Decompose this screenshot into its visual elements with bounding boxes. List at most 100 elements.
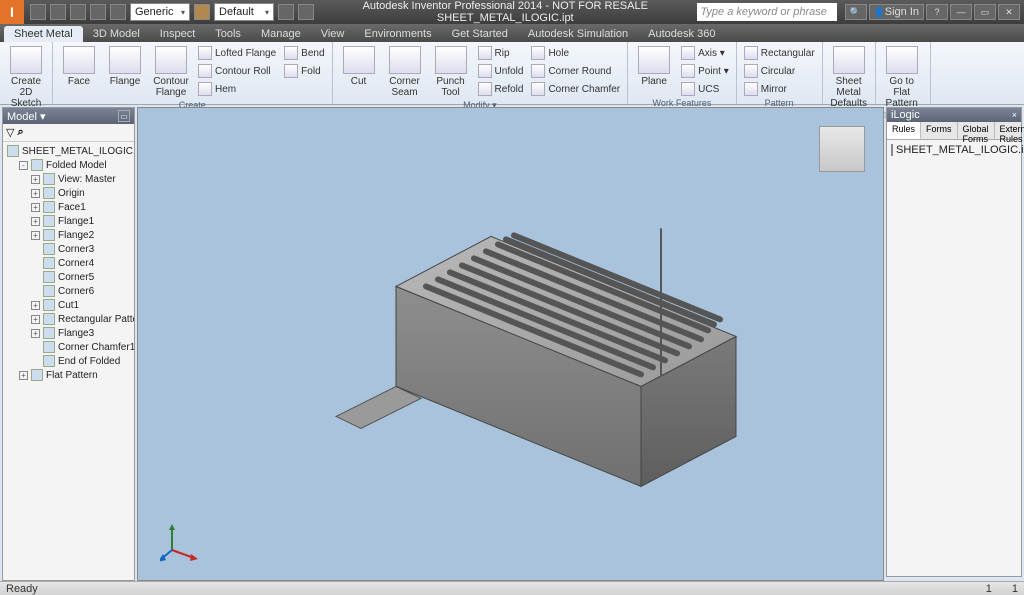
- qat-new-icon[interactable]: [30, 4, 46, 20]
- contour-roll-button[interactable]: Contour Roll: [195, 62, 279, 80]
- plane-button[interactable]: Plane: [632, 44, 676, 89]
- axis-button[interactable]: Axis ▾: [678, 44, 732, 62]
- hole-button[interactable]: Hole: [528, 44, 623, 62]
- lofted-flange-button[interactable]: Lofted Flange: [195, 44, 279, 62]
- hem-button[interactable]: Hem: [195, 80, 279, 98]
- ilogic-header: iLogic ×: [887, 108, 1021, 122]
- maximize-icon[interactable]: ▭: [974, 4, 996, 20]
- tree-item[interactable]: Corner3: [5, 242, 132, 256]
- tab-tools[interactable]: Tools: [205, 26, 251, 42]
- help-search-input[interactable]: Type a keyword or phrase: [697, 3, 837, 21]
- qat-redo-icon[interactable]: [110, 4, 126, 20]
- tree-item[interactable]: +Flat Pattern: [5, 368, 132, 382]
- appearance-combo[interactable]: Default: [214, 3, 274, 21]
- model-tree[interactable]: SHEET_METAL_ILOGIC.ipt -Folded Model+Vie…: [3, 142, 134, 580]
- qat-open-icon[interactable]: [50, 4, 66, 20]
- tree-item[interactable]: +Flange1: [5, 214, 132, 228]
- tree-root[interactable]: SHEET_METAL_ILOGIC.ipt: [5, 144, 132, 158]
- point-button[interactable]: Point ▾: [678, 62, 732, 80]
- punch-tool-button[interactable]: Punch Tool: [429, 44, 473, 100]
- tree-item[interactable]: -Folded Model: [5, 158, 132, 172]
- refold-button[interactable]: Refold: [475, 80, 527, 98]
- tree-item[interactable]: + Flange3: [5, 326, 132, 340]
- tree-item[interactable]: +Cut1: [5, 298, 132, 312]
- unfold-button[interactable]: Unfold: [475, 62, 527, 80]
- rectangular-pattern-button[interactable]: Rectangular: [741, 44, 818, 62]
- tree-item[interactable]: Corner5: [5, 270, 132, 284]
- expand-icon[interactable]: +: [31, 315, 40, 324]
- model-panel-options-icon[interactable]: ▭: [118, 110, 130, 122]
- tree-item[interactable]: End of Folded: [5, 354, 132, 368]
- ilogic-tab-rules[interactable]: Rules: [887, 122, 921, 139]
- signin-button[interactable]: 👤 Sign In: [869, 4, 924, 20]
- appearance-swatch-icon[interactable]: [194, 4, 210, 20]
- app-logo[interactable]: I: [0, 0, 24, 24]
- material-combo[interactable]: Generic: [130, 3, 190, 21]
- ilogic-tab-forms[interactable]: Forms: [921, 122, 958, 139]
- tree-item[interactable]: Corner6: [5, 284, 132, 298]
- tab-simulation[interactable]: Autodesk Simulation: [518, 26, 638, 42]
- face-button[interactable]: Face: [57, 44, 101, 89]
- ucs-button[interactable]: UCS: [678, 80, 732, 98]
- model-panel-title[interactable]: Model ▾: [7, 110, 46, 123]
- defaults-icon: [833, 46, 865, 74]
- expand-icon[interactable]: +: [31, 175, 40, 184]
- expand-icon[interactable]: +: [31, 189, 40, 198]
- tab-sheet-metal[interactable]: Sheet Metal: [4, 26, 83, 42]
- expand-icon[interactable]: +: [31, 301, 40, 310]
- material-combo-label: Generic: [135, 6, 174, 18]
- expand-icon[interactable]: +: [31, 203, 40, 212]
- tab-inspect[interactable]: Inspect: [150, 26, 205, 42]
- tree-item[interactable]: +Flange2: [5, 228, 132, 242]
- expand-icon[interactable]: +: [31, 329, 40, 338]
- viewcube[interactable]: [819, 126, 865, 172]
- qat-undo-icon[interactable]: [90, 4, 106, 20]
- corner-chamfer-button[interactable]: Corner Chamfer: [528, 80, 623, 98]
- close-icon[interactable]: ✕: [998, 4, 1020, 20]
- tree-item[interactable]: +Face1: [5, 200, 132, 214]
- find-icon[interactable]: ⌕: [17, 126, 23, 139]
- tab-manage[interactable]: Manage: [251, 26, 311, 42]
- sheet-metal-defaults-button[interactable]: Sheet Metal Defaults: [827, 44, 871, 111]
- tree-item[interactable]: Corner4: [5, 256, 132, 270]
- rip-button[interactable]: Rip: [475, 44, 527, 62]
- tree-item-label: Flange3: [58, 328, 94, 339]
- ilogic-close-icon[interactable]: ×: [1012, 110, 1017, 120]
- tree-item[interactable]: +Origin: [5, 186, 132, 200]
- create-2d-sketch-button[interactable]: Create 2D Sketch: [4, 44, 48, 111]
- ilogic-tab-global-forms[interactable]: Global Forms: [958, 122, 995, 139]
- tab-view[interactable]: View: [311, 26, 355, 42]
- tab-environments[interactable]: Environments: [354, 26, 441, 42]
- filter-icon[interactable]: ▽: [6, 126, 14, 139]
- ilogic-tab-external-rules[interactable]: External Rules: [995, 122, 1024, 139]
- viewport-3d[interactable]: [137, 107, 884, 581]
- flange-button[interactable]: Flange: [103, 44, 147, 89]
- tab-3d-model[interactable]: 3D Model: [83, 26, 150, 42]
- minimize-icon[interactable]: —: [950, 4, 972, 20]
- tree-item[interactable]: Corner Chamfer1: [5, 340, 132, 354]
- tree-item[interactable]: +Rectangular Pattern1: [5, 312, 132, 326]
- qat-extra2-icon[interactable]: [298, 4, 314, 20]
- contour-flange-button[interactable]: Contour Flange: [149, 44, 193, 100]
- cut-button[interactable]: Cut: [337, 44, 381, 89]
- corner-round-button[interactable]: Corner Round: [528, 62, 623, 80]
- search-icon[interactable]: 🔍: [845, 4, 867, 20]
- expand-icon[interactable]: +: [19, 371, 28, 380]
- mirror-button[interactable]: Mirror: [741, 80, 818, 98]
- go-to-flat-pattern-button[interactable]: Go to Flat Pattern: [880, 44, 924, 111]
- collapse-icon[interactable]: -: [19, 161, 28, 170]
- bend-button[interactable]: Bend: [281, 44, 327, 62]
- tree-item[interactable]: +View: Master: [5, 172, 132, 186]
- qat-save-icon[interactable]: [70, 4, 86, 20]
- tab-autodesk360[interactable]: Autodesk 360: [638, 26, 725, 42]
- help-icon[interactable]: ?: [926, 4, 948, 20]
- expand-icon[interactable]: +: [31, 217, 40, 226]
- fold-button[interactable]: Fold: [281, 62, 327, 80]
- corner-seam-button[interactable]: Corner Seam: [383, 44, 427, 100]
- circular-pattern-button[interactable]: Circular: [741, 62, 818, 80]
- expand-icon[interactable]: +: [31, 231, 40, 240]
- ilogic-tree-item[interactable]: SHEET_METAL_ILOGIC.ipt: [891, 144, 1017, 156]
- qat-extra1-icon[interactable]: [278, 4, 294, 20]
- circular-icon: [744, 64, 758, 78]
- tab-get-started[interactable]: Get Started: [442, 26, 518, 42]
